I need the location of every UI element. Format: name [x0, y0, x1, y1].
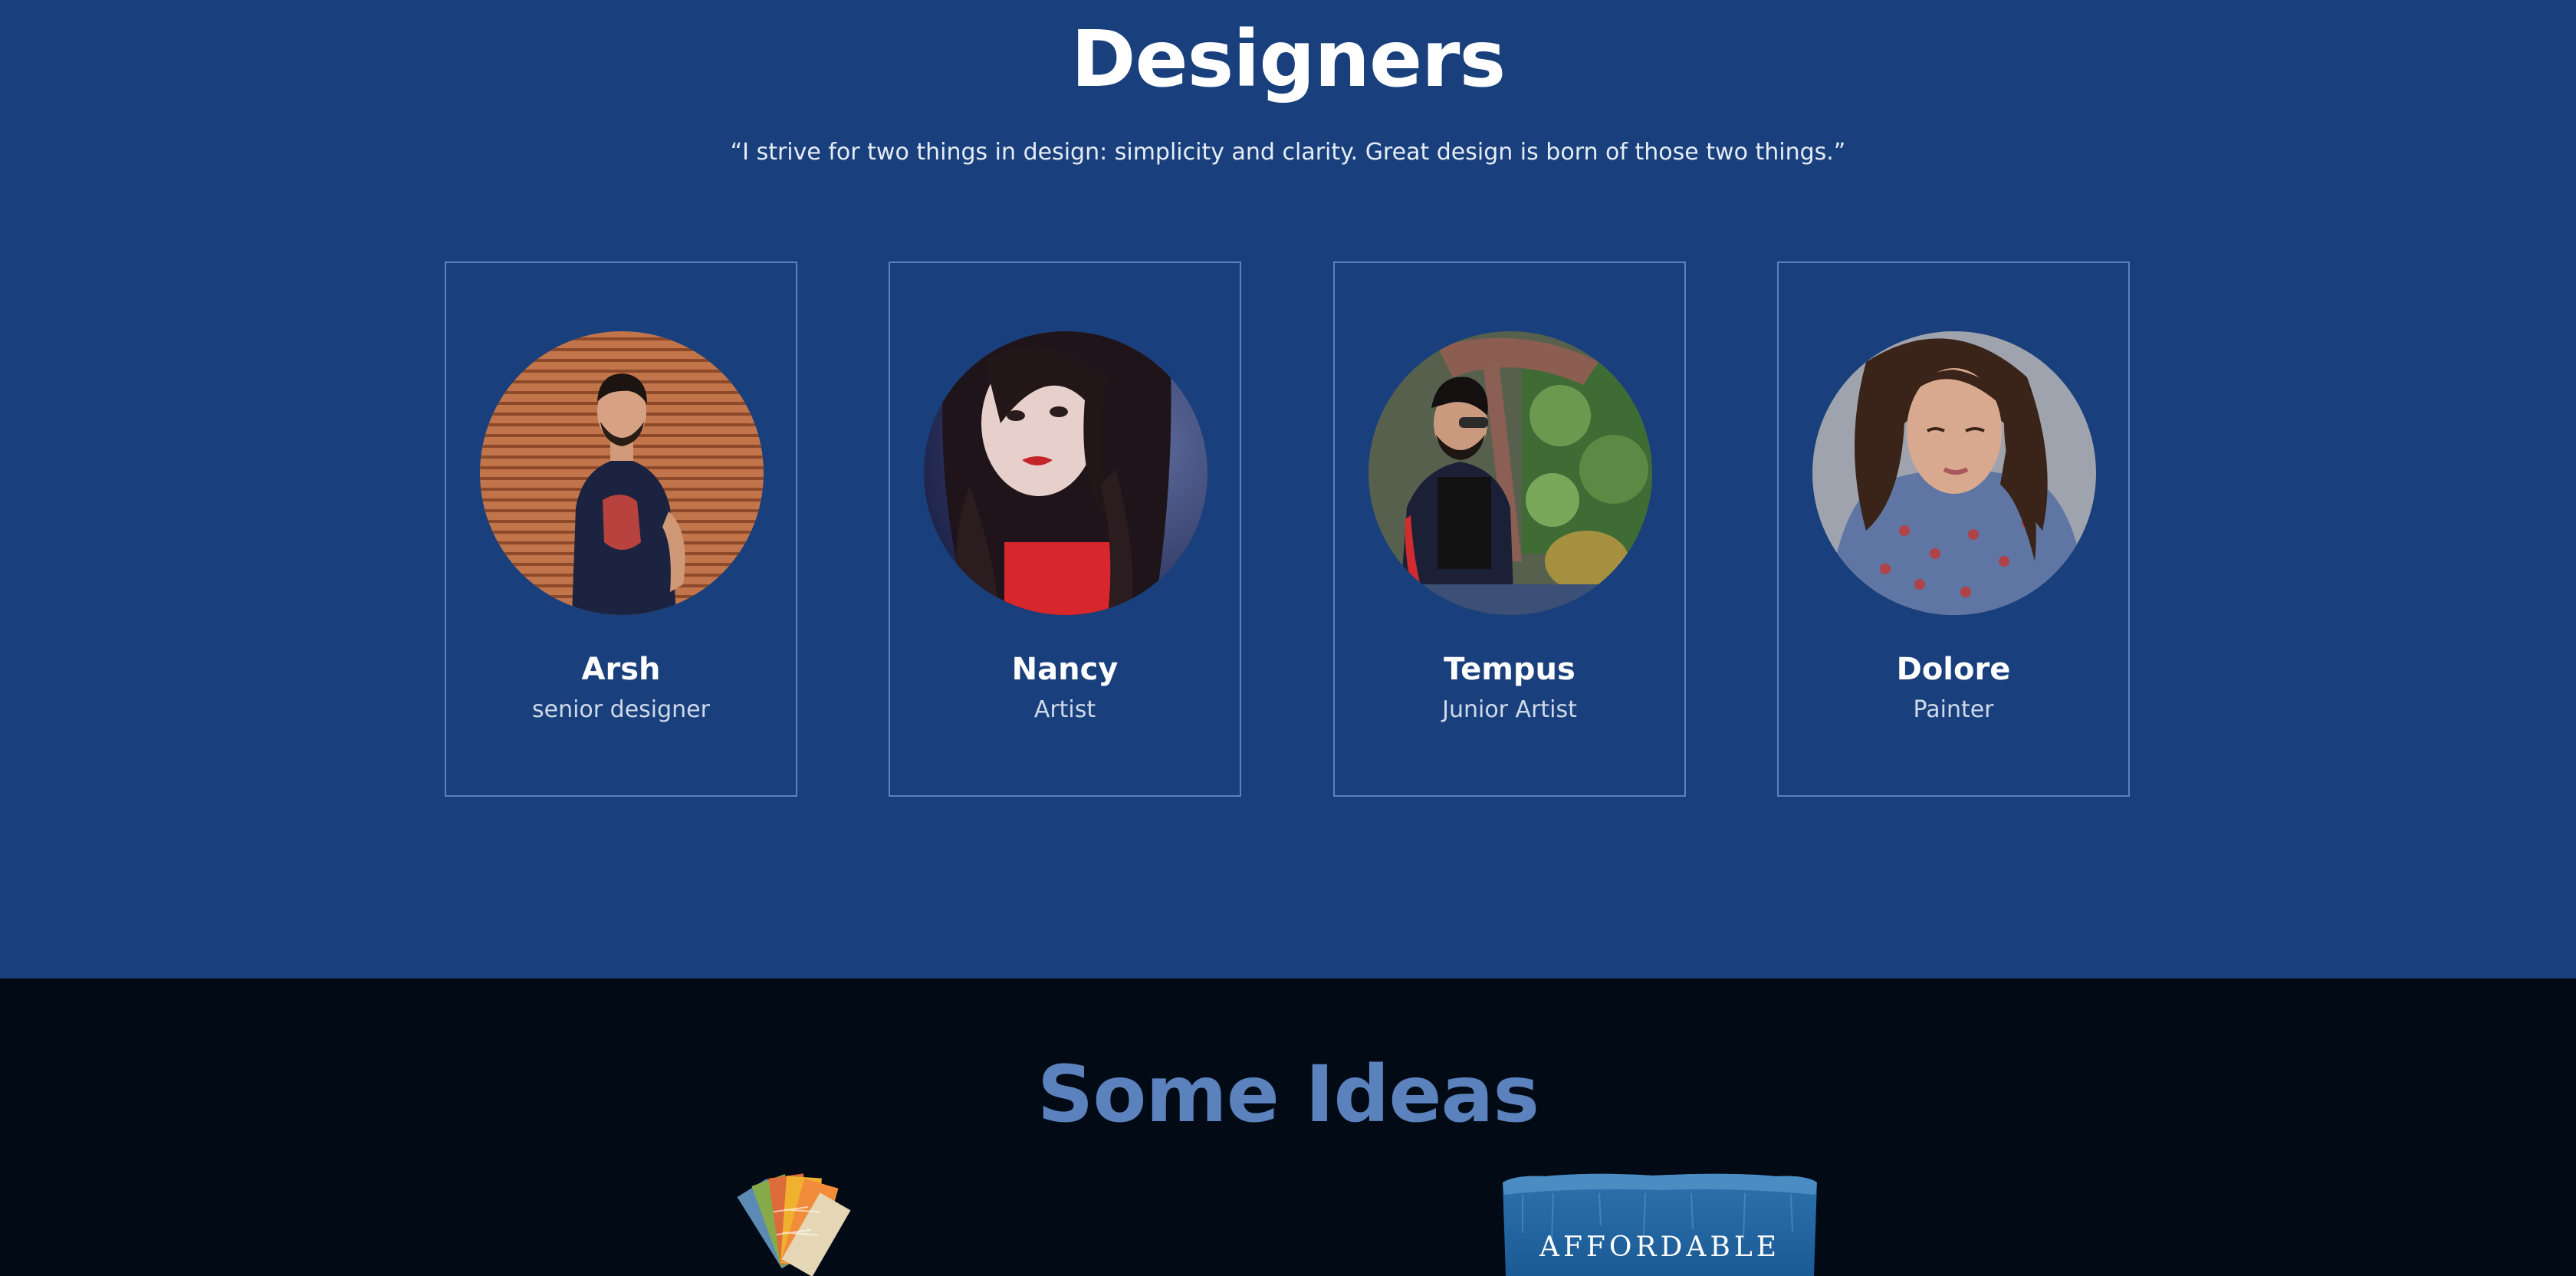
ideas-title: Some Ideas	[1037, 1049, 1539, 1140]
designers-quote: “I strive for two things in design: simp…	[730, 139, 1846, 166]
designer-name: Dolore	[1896, 652, 2011, 687]
photo-woman-curly-hair	[1812, 331, 2096, 615]
designers-section: Designers “I strive for two things in de…	[0, 0, 2576, 978]
designer-photo	[1812, 331, 2096, 615]
designer-cards: Arsh senior designer Nancy Artist Tempus…	[445, 261, 2130, 798]
paint-swatch-fan-icon	[737, 1173, 851, 1276]
photo-woman-red-top	[924, 331, 1208, 615]
designer-name: Arsh	[581, 652, 661, 687]
affordable-label: AFFORDABLE	[1539, 1232, 1781, 1263]
designer-role: Junior Artist	[1442, 696, 1577, 723]
paint-swatches-image[interactable]	[736, 1172, 912, 1276]
designer-card[interactable]: Nancy Artist	[889, 261, 1241, 797]
designer-photo	[1368, 331, 1652, 615]
photo-man-orange-shutter	[480, 331, 764, 615]
designer-photo	[480, 331, 764, 615]
affordable-paint-bucket-image[interactable]: AFFORDABLE	[1500, 1172, 1820, 1276]
designer-card[interactable]: Dolore Painter	[1777, 261, 2130, 797]
designer-card[interactable]: Tempus Junior Artist	[1333, 261, 1686, 797]
designer-name: Tempus	[1444, 652, 1576, 687]
designer-photo	[924, 331, 1208, 615]
designer-role: senior designer	[532, 696, 710, 723]
designer-name: Nancy	[1011, 652, 1119, 687]
designer-role: Painter	[1913, 696, 1994, 723]
designer-card[interactable]: Arsh senior designer	[445, 261, 797, 797]
designers-title: Designers	[1070, 14, 1506, 105]
photo-man-sunglasses-bike	[1368, 331, 1652, 615]
ideas-section: Some Ideas AFFORDABLE	[0, 978, 2576, 1276]
page: Designers “I strive for two things in de…	[0, 0, 2576, 1276]
designer-role: Artist	[1033, 696, 1096, 723]
